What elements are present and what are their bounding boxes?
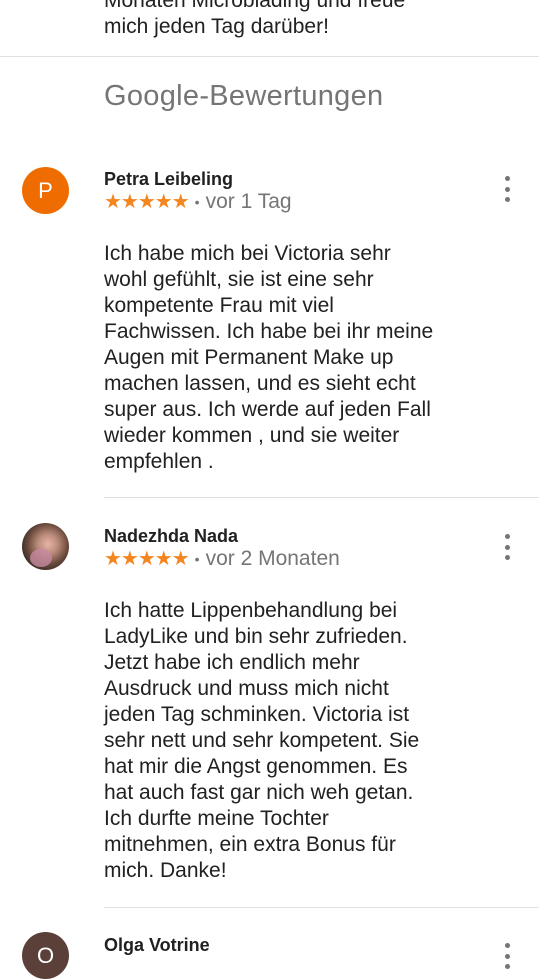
star-rating: ★★★★★ — [104, 191, 190, 213]
avatar[interactable]: P — [22, 167, 69, 214]
reviewer-name[interactable]: Petra Leibeling — [104, 169, 233, 190]
review-date: vor 1 Tag — [205, 189, 292, 213]
review-date: vor 2 Monaten — [205, 546, 340, 570]
review-meta: ★★★★★ • vor 2 Monaten — [104, 546, 340, 571]
text-line: Fachwissen. Ich habe bei ihr meine — [104, 320, 434, 343]
more-vert-icon[interactable] — [502, 176, 512, 202]
text-line: Ich durfte meine Tochter — [104, 807, 329, 830]
avatar[interactable] — [22, 523, 69, 570]
text-line: Jetzt habe ich endlich mehr — [104, 651, 360, 674]
text-line: mich. Danke! — [104, 859, 227, 882]
text-line: mitnehmen, ein extra Bonus für — [104, 833, 396, 856]
text-line: Monaten Microblading und freue — [104, 0, 406, 12]
avatar-letter: O — [36, 942, 55, 968]
review-meta: ★★★★★ • vor 1 Tag — [104, 189, 292, 214]
text-line: mich jeden Tag darüber! — [104, 15, 329, 38]
avatar[interactable]: O — [22, 932, 69, 979]
review-text: Ich habe mich bei Victoria sehr wohl gef… — [104, 241, 524, 475]
text-line: wohl gefühlt, sie ist eine sehr — [104, 268, 374, 291]
text-line: Ausdruck und muss mich nicht — [104, 677, 389, 700]
reviewer-name[interactable]: Olga Votrine — [104, 935, 210, 956]
star-rating: ★★★★★ — [104, 548, 190, 570]
more-vert-icon[interactable] — [502, 943, 512, 969]
text-line: empfehlen . — [104, 450, 214, 473]
text-line: wieder kommen , und sie weiter — [104, 424, 400, 447]
more-vert-icon[interactable] — [502, 534, 512, 560]
divider — [0, 56, 539, 57]
text-line: hat auch fast gar nich weh getan. — [104, 781, 414, 804]
divider — [104, 907, 539, 908]
reviewer-name[interactable]: Nadezhda Nada — [104, 526, 238, 547]
review-text: Ich hatte Lippenbehandlung bei LadyLike … — [104, 598, 524, 884]
text-line: jeden Tag schminken. Victoria ist — [104, 703, 410, 726]
avatar-letter: P — [38, 177, 53, 203]
text-line: sehr nett und sehr kompetent. Sie — [104, 729, 420, 752]
text-line: Augen mit Permanent Make up — [104, 346, 394, 369]
previous-review-text: Monaten Microblading und freue mich jede… — [104, 0, 524, 40]
text-line: Ich hatte Lippenbehandlung bei — [104, 599, 398, 622]
text-line: Ich habe mich bei Victoria sehr — [104, 242, 391, 265]
separator-dot: • — [194, 550, 200, 567]
text-line: kompetente Frau mit viel — [104, 294, 334, 317]
divider — [104, 497, 539, 498]
separator-dot: • — [194, 193, 200, 210]
text-line: super aus. Ich werde auf jeden Fall — [104, 398, 431, 421]
section-title: Google-Bewertungen — [104, 80, 384, 112]
text-line: hat mir die Angst genommen. Es — [104, 755, 408, 778]
text-line: LadyLike und bin sehr zufrieden. — [104, 625, 408, 648]
text-line: machen lassen, und es sieht echt — [104, 372, 416, 395]
